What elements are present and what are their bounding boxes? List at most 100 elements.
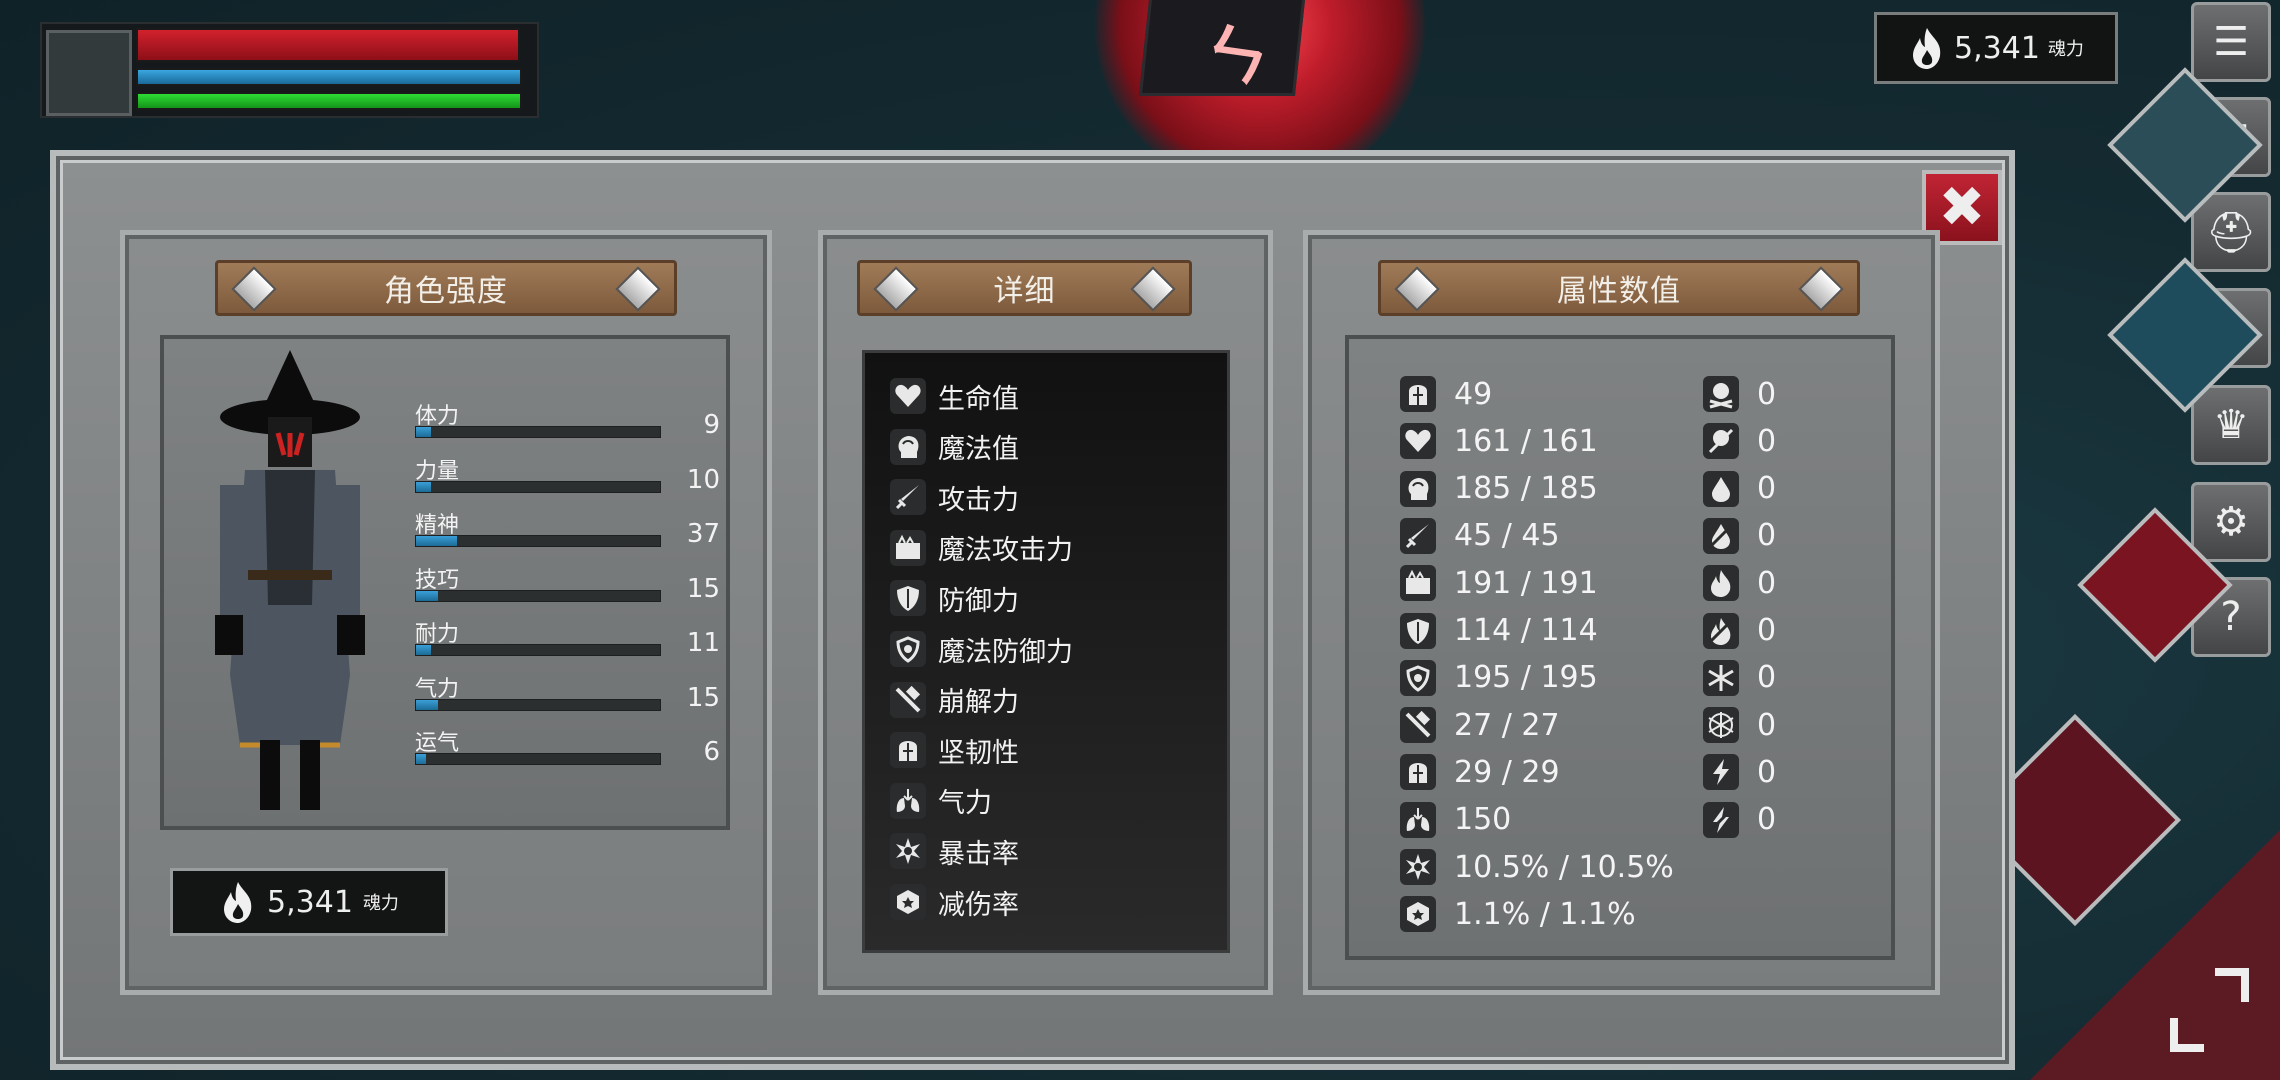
attribute-value: 1.1% / 1.1% — [1454, 896, 1636, 932]
details-list-item[interactable]: 魔法攻击力 — [890, 526, 1073, 570]
player-portrait[interactable] — [46, 30, 132, 116]
details-title-text: 详细 — [993, 274, 1056, 309]
helmet-icon: ⛑ — [2205, 209, 2257, 256]
details-item-label: 防御力 — [938, 585, 1019, 617]
gem-icon — [615, 266, 661, 312]
resistance-row: 0 — [1703, 376, 1776, 412]
gear-icon: ⚙ — [2213, 499, 2249, 545]
resistance-value: 0 — [1757, 471, 1777, 507]
details-item-label: 攻击力 — [938, 484, 1019, 516]
attributes-panel-title: 属性数值 — [1378, 260, 1860, 316]
stat-row: 耐力 11 — [415, 616, 720, 658]
details-list-item[interactable]: 攻击力 — [890, 475, 1019, 519]
gem-icon — [1394, 266, 1440, 312]
details-list-item[interactable]: 魔法防御力 — [890, 627, 1073, 671]
lungs-icon — [890, 782, 926, 819]
resistance-value: 0 — [1757, 565, 1777, 601]
stat-row: 体力 9 — [415, 398, 720, 440]
gem-icon — [1130, 266, 1176, 312]
details-list-item[interactable]: 防御力 — [890, 576, 1019, 620]
stat-bar-fill — [416, 699, 438, 710]
mana-bar — [136, 68, 522, 86]
stat-value: 15 — [686, 682, 720, 713]
stat-bar — [415, 426, 661, 438]
resistance-row: 0 — [1703, 612, 1776, 649]
lightning-slash-icon — [1703, 801, 1739, 838]
resistance-value: 0 — [1757, 518, 1777, 554]
head-icon — [1400, 470, 1436, 507]
character-title-text: 角色强度 — [384, 274, 508, 309]
helmet-icon — [1400, 754, 1436, 791]
resistance-value: 0 — [1757, 660, 1777, 696]
menu-icon: ☰ — [2213, 19, 2249, 65]
spellbook-icon — [1400, 565, 1436, 602]
spellbook-icon — [890, 529, 926, 566]
stat-row: 力量 10 — [415, 453, 720, 495]
stat-bar-fill — [416, 590, 438, 601]
stat-row: 运气 6 — [415, 725, 720, 767]
details-item-label: 魔法攻击力 — [938, 535, 1073, 567]
details-list-item[interactable]: 坚韧性 — [890, 728, 1019, 772]
attribute-value: 49 — [1454, 376, 1493, 412]
details-list-item[interactable]: 暴击率 — [890, 829, 1019, 873]
attribute-row: 29 / 29 — [1400, 754, 1560, 791]
attribute-value: 10.5% / 10.5% — [1454, 849, 1674, 885]
resistance-value: 0 — [1757, 754, 1777, 790]
star-icon — [890, 833, 926, 870]
stat-bar-fill — [416, 536, 458, 546]
gem-icon — [231, 266, 277, 312]
sword-icon — [890, 479, 926, 516]
details-item-label: 暴击率 — [938, 838, 1019, 870]
details-item-label: 减伤率 — [938, 889, 1019, 921]
resistance-row: 0 — [1703, 801, 1777, 838]
expand-corner-bottom[interactable] — [2170, 1018, 2204, 1052]
stat-bar-fill — [416, 481, 431, 492]
attribute-value: 150 — [1454, 802, 1512, 838]
stat-value: 6 — [703, 737, 720, 767]
details-list-item[interactable]: 气力 — [890, 779, 992, 823]
expand-corner-top[interactable] — [2215, 968, 2249, 1002]
helmet-icon — [1400, 376, 1436, 412]
hammer-icon — [890, 681, 926, 718]
resistance-row: 0 — [1703, 565, 1777, 602]
attribute-value: 27 / 27 — [1454, 707, 1560, 743]
resistance-row: 0 — [1703, 517, 1777, 554]
soul-currency-top: 5,341 魂力 — [1874, 12, 2118, 84]
attribute-row: 161 / 161 — [1400, 423, 1598, 460]
drop-slash-icon — [1703, 517, 1739, 554]
snowflake-slash-icon — [1703, 707, 1739, 744]
details-panel-title: 详细 — [857, 260, 1192, 316]
details-list-item[interactable]: 魔法值 — [890, 425, 1019, 469]
details-list-item[interactable]: 崩解力 — [890, 678, 1019, 722]
soul-amount: 5,341 — [1954, 30, 2040, 66]
stat-row: 精神 37 — [415, 507, 720, 549]
details-list-item[interactable]: 生命值 — [890, 374, 1019, 418]
resistance-value: 0 — [1757, 802, 1777, 838]
side-menu-button-6[interactable]: ⚙ — [2191, 482, 2271, 562]
stat-value: 37 — [686, 519, 720, 549]
attribute-row: 114 / 114 — [1400, 612, 1598, 649]
resistance-value: 0 — [1757, 376, 1777, 412]
attribute-row: 10.5% / 10.5% — [1400, 849, 1674, 885]
stat-bar — [415, 535, 661, 547]
help-icon: ? — [2220, 594, 2242, 640]
attribute-value: 29 / 29 — [1454, 754, 1560, 790]
star-icon — [1400, 849, 1436, 885]
flame-icon — [224, 882, 252, 923]
stamina-bar — [136, 92, 522, 110]
stat-value: 11 — [686, 628, 720, 658]
side-menu-button-5[interactable]: ♛ — [2191, 385, 2271, 465]
soul-unit: 魂力 — [362, 893, 399, 914]
skull-slash-icon — [1703, 423, 1739, 460]
heart-icon — [890, 378, 926, 414]
attribute-row: 191 / 191 — [1400, 565, 1598, 602]
stat-bar-fill — [416, 754, 426, 764]
details-list-item[interactable]: 减伤率 — [890, 880, 1019, 924]
side-menu-button-1[interactable]: ☰ — [2191, 2, 2271, 82]
attribute-row: 45 / 45 — [1400, 517, 1560, 554]
soul-amount: 5,341 — [267, 884, 353, 920]
snowflake-icon — [1703, 659, 1739, 696]
badge-icon — [1400, 896, 1436, 933]
attribute-value: 114 / 114 — [1454, 613, 1598, 648]
attribute-row: 1.1% / 1.1% — [1400, 896, 1636, 933]
